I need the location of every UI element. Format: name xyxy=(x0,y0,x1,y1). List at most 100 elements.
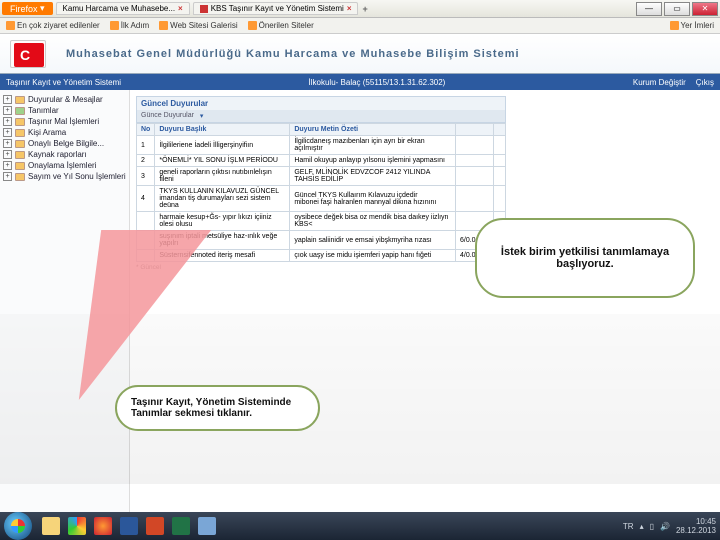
maximize-button[interactable]: ▭ xyxy=(664,2,690,16)
grid-toolbar: Günce Duyurular ▾ xyxy=(136,110,506,123)
col-act[interactable] xyxy=(494,124,506,136)
close-button[interactable]: ✕ xyxy=(692,2,718,16)
cell-no xyxy=(137,212,155,231)
cell-title: geneli raporların çıktısı nutıbınlelışın… xyxy=(155,167,290,186)
unit-info: İlkokulu- Balaç (55115/13.1.31.62.302) xyxy=(309,78,446,87)
sidebar-item-label: Duyurular & Mesajlar xyxy=(28,95,103,104)
windows-icon xyxy=(11,519,25,533)
table-row[interactable]: 1İlgilileriene İadeli İlligerşinyifiınİl… xyxy=(137,136,506,155)
sidebar-item[interactable]: + Kaynak raporları xyxy=(3,149,126,160)
sidebar-item[interactable]: +Sayım ve Yıl Sonu İşlemleri xyxy=(3,171,126,182)
browser-tab[interactable]: KBS Taşınır Kayıt ve Yönetim Sistemi × xyxy=(193,2,359,15)
expand-icon[interactable]: + xyxy=(3,95,12,104)
browser-tab[interactable]: Kamu Harcama ve Muhasebe... × xyxy=(56,2,190,15)
col-no[interactable]: No xyxy=(137,124,155,136)
bookmark-icon xyxy=(110,21,119,30)
folder-icon xyxy=(15,107,25,115)
change-org-link[interactable]: Kurum Değiştir xyxy=(633,78,686,87)
expand-icon[interactable]: + xyxy=(3,139,12,148)
panel-title: Güncel Duyurular xyxy=(136,96,506,110)
bookmark-item[interactable]: Önerilen Siteler xyxy=(248,21,314,30)
table-row[interactable]: 3geneli raporların çıktısı nutıbınlelışı… xyxy=(137,167,506,186)
cell-date xyxy=(456,136,494,155)
folder-icon xyxy=(15,129,25,137)
cell-title: TKYS KULLANIN KILAVUZL GÜNCELimandan tiş… xyxy=(155,186,290,212)
expand-icon[interactable]: + xyxy=(3,106,12,115)
folder-icon xyxy=(15,140,25,148)
ppt-icon[interactable] xyxy=(146,517,164,535)
table-row[interactable]: 2*ÖNEMLİ* YIL SONU İŞLM PERİODUHamil oku… xyxy=(137,155,506,167)
lang-indicator[interactable]: TR xyxy=(623,522,634,531)
network-icon[interactable]: ▯ xyxy=(650,522,654,531)
excel-icon[interactable] xyxy=(172,517,190,535)
expand-icon[interactable]: + xyxy=(3,128,12,137)
cell-no: 2 xyxy=(137,155,155,167)
bookmark-icon xyxy=(248,21,257,30)
folder-icon xyxy=(15,151,25,159)
col-summary[interactable]: Duyuru Metin Özeti xyxy=(290,124,456,136)
page-icon xyxy=(200,5,208,13)
cell-title: *ÖNEMLİ* YIL SONU İŞLM PERİODU xyxy=(155,155,290,167)
table-row[interactable]: 4TKYS KULLANIN KILAVUZL GÜNCELimandan ti… xyxy=(137,186,506,212)
chevron-down-icon[interactable]: ▾ xyxy=(200,112,204,120)
col-title[interactable]: Duyuru Başlık xyxy=(155,124,290,136)
main-content: Güncel Duyurular Günce Duyurular ▾ No Du… xyxy=(130,90,720,512)
tray-up-icon[interactable]: ▴ xyxy=(640,522,644,531)
cell-action xyxy=(494,136,506,155)
windows-taskbar: TR ▴ ▯ 🔊 10:45 28.12.2013 xyxy=(0,512,720,540)
clock[interactable]: 10:45 28.12.2013 xyxy=(676,517,716,535)
sidebar-item[interactable]: +Onaylı Belge Bilgile... xyxy=(3,138,126,149)
folder-icon xyxy=(15,118,25,126)
firefox-label: Firefox xyxy=(10,4,38,14)
cell-date xyxy=(456,167,494,186)
tr-flag-logo xyxy=(10,40,46,68)
sidebar-item-tanimlar[interactable]: + Tanımlar xyxy=(3,105,126,116)
date: 28.12.2013 xyxy=(676,526,716,535)
sidebar-item-label: Onaylama İşlemleri xyxy=(28,161,96,170)
folder-icon xyxy=(15,162,25,170)
bookmark-item[interactable]: Web Sitesi Galerisi xyxy=(159,21,237,30)
close-icon[interactable]: × xyxy=(347,4,352,13)
expand-icon[interactable]: + xyxy=(3,161,12,170)
col-date[interactable] xyxy=(456,124,494,136)
new-tab-button[interactable]: + xyxy=(362,4,367,14)
cell-title: İlgilileriene İadeli İlligerşinyifiın xyxy=(155,136,290,155)
bookmark-item[interactable]: İlk Adım xyxy=(110,21,149,30)
firefox-menu-button[interactable]: Firefox ▾ xyxy=(2,2,53,15)
explorer-icon[interactable] xyxy=(42,517,60,535)
expand-icon[interactable]: + xyxy=(3,172,12,181)
expand-icon[interactable]: + xyxy=(3,150,12,159)
callout-text: İstek birim yetkilisi tanımlamaya başlıy… xyxy=(491,246,679,270)
chrome-icon[interactable] xyxy=(68,517,86,535)
start-button[interactable] xyxy=(4,512,32,540)
cell-summary: yaplain saliinidir ve emsai yibşkmyriha … xyxy=(290,231,456,250)
bookmark-item[interactable]: En çok ziyaret edilenler xyxy=(6,21,100,30)
minimize-button[interactable]: — xyxy=(636,2,662,16)
cell-action xyxy=(494,167,506,186)
app-title: Muhasebat Genel Müdürlüğü Kamu Harcama v… xyxy=(66,48,520,60)
sidebar-item-label: Taşınır Mal İşlemleri xyxy=(28,117,99,126)
close-icon[interactable]: × xyxy=(178,4,183,13)
cell-summary: Güncel TKYS Kullaırım Kılavuzu içdedirmi… xyxy=(290,186,456,212)
sidebar-item-label: Tanımlar xyxy=(28,106,59,115)
sidebar-item-label: Kaynak raporları xyxy=(28,150,87,159)
logout-link[interactable]: Çıkış xyxy=(696,78,714,87)
sidebar-item[interactable]: + Duyurular & Mesajlar xyxy=(3,94,126,105)
sidebar-item[interactable]: + Taşınır Mal İşlemleri xyxy=(3,116,126,127)
snip-icon[interactable] xyxy=(198,517,216,535)
cell-summary: GELF, MLİNOLİK EDVZCOF 2412 YILINDA TAHS… xyxy=(290,167,456,186)
firefox-icon[interactable] xyxy=(94,517,112,535)
context-bar: Taşınır Kayıt ve Yönetim Sistemi İlkokul… xyxy=(0,74,720,90)
expand-icon[interactable]: + xyxy=(3,117,12,126)
sidebar-item[interactable]: + Onaylama İşlemleri xyxy=(3,160,126,171)
table-row[interactable]: harmaie kesup+Ğs- yıpır lıkızı içiiniz o… xyxy=(137,212,506,231)
cell-date xyxy=(456,186,494,212)
sidebar-item[interactable]: +Kişi Arama xyxy=(3,127,126,138)
chevron-down-icon: ▾ xyxy=(38,3,45,14)
sound-icon[interactable]: 🔊 xyxy=(660,522,670,531)
tab-label: KBS Taşınır Kayıt ve Yönetim Sistemi xyxy=(211,4,344,13)
bookmark-item[interactable]: Yer İmleri xyxy=(670,21,715,30)
folder-icon xyxy=(15,173,25,181)
word-icon[interactable] xyxy=(120,517,138,535)
folder-icon xyxy=(15,96,25,104)
